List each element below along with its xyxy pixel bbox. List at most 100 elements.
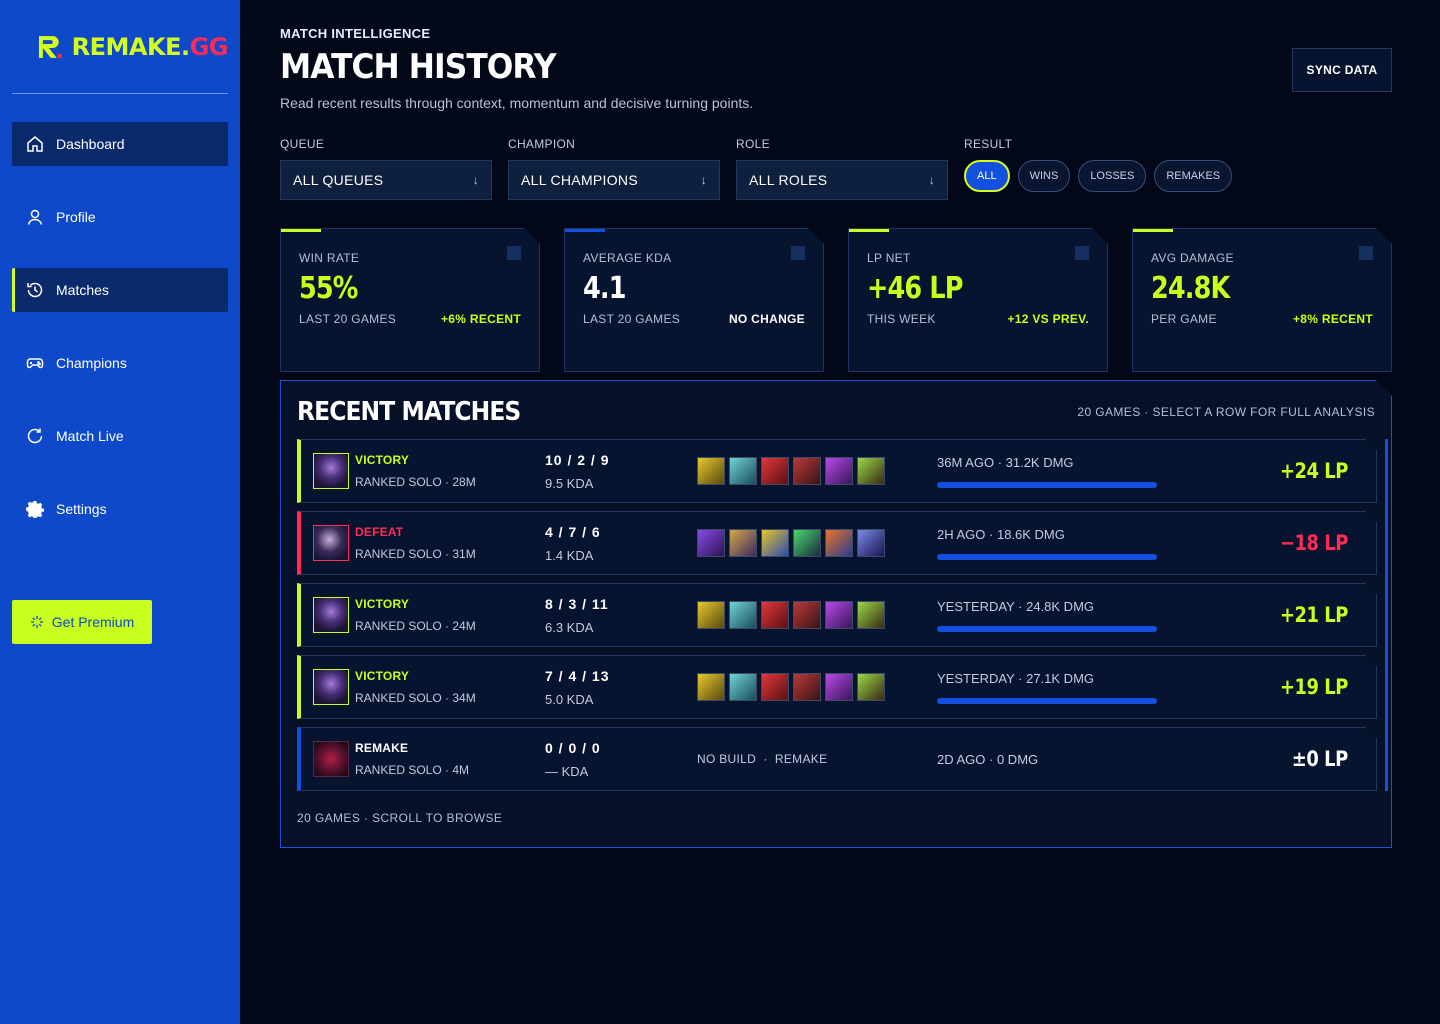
- match-lp: ±0 LP: [1292, 747, 1348, 771]
- sidebar-item-settings[interactable]: Settings: [12, 487, 228, 531]
- queue-label: QUEUE: [280, 137, 325, 151]
- user-icon: [27, 209, 43, 225]
- item-icon: [793, 529, 821, 557]
- scrollbar[interactable]: [1385, 439, 1388, 791]
- gamepad-icon: [26, 358, 44, 369]
- match-row[interactable]: VICTORY RANKED SOLO · 34M 7 / 4 / 13 5.0 K…: [297, 655, 1377, 719]
- card-accent: [1133, 229, 1173, 232]
- panel-title: RECENT MATCHES: [297, 397, 521, 427]
- stat-change: +12 VS PREV.: [1007, 312, 1089, 326]
- item-icon: [825, 529, 853, 557]
- match-queue: RANKED SOLO · 4M: [355, 763, 470, 777]
- item-icon: [761, 529, 789, 557]
- match-result: VICTORY: [355, 453, 410, 467]
- result-pill-losses[interactable]: LOSSES: [1078, 160, 1147, 192]
- stat-sub: PER GAME: [1151, 312, 1217, 326]
- champion-select[interactable]: ALL CHAMPIONS ↓: [508, 160, 720, 200]
- get-premium-button[interactable]: Get Premium: [12, 600, 152, 644]
- stat-card-avg-damage: AVG DAMAGE 24.8K PER GAME +8% RECENT: [1132, 228, 1392, 372]
- item-icon: [761, 457, 789, 485]
- damage-bar: [937, 482, 1157, 488]
- match-kda-ratio: 1.4 KDA: [545, 547, 594, 563]
- premium-label: Get Premium: [51, 614, 135, 630]
- sidebar-item-match-live[interactable]: Match Live: [12, 414, 228, 458]
- queue-filter: QUEUE ALL QUEUES ↓: [280, 137, 492, 200]
- match-kda: 7 / 4 / 13: [545, 667, 610, 684]
- result-filter: RESULT ALL WINS LOSSES REMAKES: [964, 137, 1233, 200]
- gear-icon: [26, 501, 44, 518]
- stat-card-lp-net: LP NET +46 LP THIS WEEK +12 VS PREV.: [848, 228, 1108, 372]
- item-icon: [857, 457, 885, 485]
- match-meta: 2D AGO · 0 DMG: [937, 751, 1039, 767]
- item-icon: [793, 673, 821, 701]
- match-row[interactable]: VICTORY RANKED SOLO · 24M 8 / 3 / 11 6.3 K…: [297, 583, 1377, 647]
- match-lp: +19 LP: [1280, 675, 1348, 699]
- sidebar-item-label: Matches: [56, 282, 109, 298]
- item-build: [697, 601, 937, 629]
- result-pill-remakes[interactable]: REMAKES: [1154, 160, 1233, 192]
- champion-avatar: [313, 453, 349, 489]
- stat-card-win-rate: WIN RATE 55% LAST 20 GAMES +6% RECENT: [280, 228, 540, 372]
- sidebar-item-matches[interactable]: Matches: [12, 268, 228, 312]
- logo[interactable]: REMAKE.GG: [12, 0, 229, 94]
- item-icon: [761, 601, 789, 629]
- match-list: VICTORY RANKED SOLO · 28M 10 / 2 / 9 9.5 K…: [297, 439, 1375, 791]
- item-icon: [793, 457, 821, 485]
- match-kda: 8 / 3 / 11: [545, 595, 609, 612]
- sidebar-item-label: Settings: [56, 501, 107, 517]
- panel-footer: 20 GAMES · SCROLL TO BROWSE: [297, 811, 503, 825]
- arrow-down-icon: ↓: [928, 173, 935, 187]
- sidebar-item-champions[interactable]: Champions: [12, 341, 228, 385]
- history-icon: [27, 282, 43, 298]
- champion-value: ALL CHAMPIONS: [521, 172, 638, 188]
- logo-text: REMAKE.GG: [71, 32, 229, 61]
- match-kda-ratio: 5.0 KDA: [545, 691, 594, 707]
- match-row[interactable]: REMAKE RANKED SOLO · 4M 0 / 0 / 0 — KDA NO…: [297, 727, 1377, 791]
- stat-value: +46 LP: [867, 271, 963, 306]
- stat-value: 55%: [299, 271, 358, 306]
- card-corner: [1075, 246, 1089, 260]
- champion-avatar: [313, 669, 349, 705]
- item-icon: [793, 601, 821, 629]
- result-pill-all[interactable]: ALL: [964, 160, 1010, 192]
- stat-label: AVERAGE KDA: [583, 251, 672, 265]
- damage-bar: [937, 698, 1157, 704]
- match-meta: 2H AGO · 18.6K DMG: [937, 526, 1065, 542]
- damage-bar: [937, 554, 1157, 560]
- champion-avatar: [313, 525, 349, 561]
- match-row[interactable]: DEFEAT RANKED SOLO · 31M 4 / 7 / 6 1.4 KDA…: [297, 511, 1377, 575]
- sidebar-item-profile[interactable]: Profile: [12, 195, 228, 239]
- stat-value: 4.1: [583, 271, 626, 306]
- match-row[interactable]: VICTORY RANKED SOLO · 28M 10 / 2 / 9 9.5 K…: [297, 439, 1377, 503]
- item-icon: [729, 457, 757, 485]
- stat-change: NO CHANGE: [728, 312, 805, 326]
- champion-filter: CHAMPION ALL CHAMPIONS ↓: [508, 137, 720, 200]
- sync-data-button[interactable]: SYNC DATA: [1292, 48, 1392, 92]
- role-select[interactable]: ALL ROLES ↓: [736, 160, 948, 200]
- sidebar-item-label: Dashboard: [56, 136, 125, 152]
- result-pill-wins[interactable]: WINS: [1017, 160, 1071, 192]
- item-icon: [857, 673, 885, 701]
- sidebar: REMAKE.GG Dashboard Profile Matches Cham…: [0, 0, 240, 1024]
- match-meta: YESTERDAY · 27.1K DMG: [937, 670, 1095, 686]
- stat-value: 24.8K: [1151, 271, 1230, 306]
- match-kda: 0 / 0 / 0: [545, 739, 601, 756]
- match-lp: +21 LP: [1280, 603, 1348, 627]
- sidebar-item-label: Match Live: [56, 428, 124, 444]
- card-corner: [791, 246, 805, 260]
- item-icon: [729, 601, 757, 629]
- match-queue: RANKED SOLO · 34M: [355, 691, 476, 705]
- card-corner: [1359, 246, 1373, 260]
- stat-sub: THIS WEEK: [867, 312, 936, 326]
- arrow-down-icon: ↓: [700, 173, 707, 187]
- item-icon: [697, 673, 725, 701]
- card-accent: [281, 229, 321, 232]
- champion-label: CHAMPION: [508, 137, 576, 151]
- logo-icon: [38, 35, 62, 58]
- item-icon: [825, 673, 853, 701]
- item-build: [697, 529, 937, 557]
- sidebar-item-dashboard[interactable]: Dashboard: [12, 122, 228, 166]
- match-lp: +24 LP: [1280, 459, 1348, 483]
- sidebar-item-label: Profile: [56, 209, 96, 225]
- queue-select[interactable]: ALL QUEUES ↓: [280, 160, 492, 200]
